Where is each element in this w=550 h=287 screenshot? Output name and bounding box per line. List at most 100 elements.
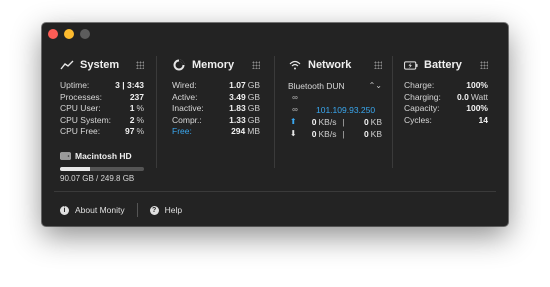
upload-total: 0 <box>363 117 369 127</box>
row-unit: GB <box>247 103 260 113</box>
drag-handle-icon[interactable] <box>374 61 382 69</box>
download-rate-unit: KB/s <box>318 129 337 139</box>
row-label: Charging: <box>404 91 441 102</box>
panel-divider <box>274 56 275 168</box>
row-label: Charge: <box>404 80 435 90</box>
drag-handle-icon[interactable] <box>136 61 144 69</box>
row-label: CPU User: <box>60 103 101 113</box>
separator: | <box>342 117 345 127</box>
row-label: Capacity: <box>404 103 440 113</box>
download-total: 0 <box>363 129 369 139</box>
row-unit: Watt <box>470 91 488 102</box>
disk-usage-text: 90.07 GB / 249.8 GB <box>60 174 135 183</box>
wired-row: Wired: 1.07 GB <box>172 80 260 92</box>
capacity-row: Capacity: 100% <box>404 103 488 115</box>
uptime-row: Uptime: 3 | 3:43 <box>60 80 144 92</box>
hard-drive-icon <box>60 152 71 160</box>
close-button[interactable] <box>48 29 58 39</box>
about-label: About Monity <box>75 205 125 215</box>
inactive-row: Inactive: 1.83 GB <box>172 103 260 115</box>
upload-rate: 0 <box>311 117 317 127</box>
row-unit: GB <box>247 91 260 102</box>
row-value: 1.33 <box>229 114 246 125</box>
row-value: 1 <box>129 103 135 113</box>
download-rate: 0 <box>311 129 317 139</box>
cpu-user-row: CPU User: 1% <box>60 103 144 115</box>
wifi-icon <box>288 58 302 72</box>
interface-select[interactable]: Bluetooth DUN ⌃⌄ <box>288 80 382 92</box>
row-value: 100% <box>466 80 488 90</box>
row-value: 0.0 <box>457 91 469 102</box>
row-unit: MB <box>247 126 260 136</box>
monity-window: System Uptime: 3 | 3:43 Processes: 237 CPU… <box>42 23 508 226</box>
memory-panel: Memory Wired: 1.07 GB Active: 3.49 GB Inacti… <box>172 56 260 168</box>
free-row: Free: 294 MB <box>172 126 260 138</box>
battery-panel: Battery Charge: 100% Charging: 0.0 Watt Cap… <box>404 56 488 168</box>
system-title: System <box>80 59 120 71</box>
charge-row: Charge: 100% <box>404 80 488 92</box>
compressed-row: Compr.: 1.33 GB <box>172 115 260 127</box>
network-panel: Network Bluetooth DUN ⌃⌄ ∞ ∞ 101.109.93.… <box>288 56 382 168</box>
row-value: 1.07 <box>229 80 246 90</box>
zoom-button[interactable] <box>80 29 90 39</box>
row-value: 294 <box>231 126 246 136</box>
battery-title: Battery <box>424 59 462 71</box>
row-unit: % <box>136 103 144 113</box>
activity-chart-icon <box>60 58 74 72</box>
row-label: Cycles: <box>404 114 432 125</box>
link-icon: ∞ <box>292 105 298 114</box>
info-icon: i <box>60 205 69 215</box>
battery-charging-icon <box>404 58 418 72</box>
arrow-down-icon: ⬇ <box>289 129 297 138</box>
link-icon: ∞ <box>292 93 298 102</box>
row-value: 237 <box>129 91 144 102</box>
disk-name: Macintosh HD <box>75 151 132 161</box>
row-label: Processes: <box>60 91 103 102</box>
row-label: Compr.: <box>172 114 202 125</box>
processes-row: Processes: 237 <box>60 92 144 104</box>
upload-rate-unit: KB/s <box>318 117 337 127</box>
disk-usage-fill <box>60 167 91 171</box>
ip-row: ∞ 101.109.93.250 <box>288 104 382 116</box>
panel-divider <box>392 56 393 168</box>
row-value: 1.83 <box>229 103 246 113</box>
minimize-button[interactable] <box>64 29 74 39</box>
row-label: CPU System: <box>60 114 112 125</box>
row-value: 3.49 <box>229 91 246 102</box>
footer-divider <box>54 191 496 192</box>
row-label: Wired: <box>172 80 197 90</box>
cycles-row: Cycles: 14 <box>404 115 488 127</box>
download-row: ⬇ 0 KB/s | 0 KB <box>288 128 382 140</box>
row-value: 97 <box>124 126 135 136</box>
row-label: CPU Free: <box>60 126 101 136</box>
about-button[interactable]: i About Monity <box>60 205 125 215</box>
download-total-unit: KB <box>370 129 383 139</box>
interface-name: Bluetooth DUN <box>288 81 345 91</box>
upload-row: ⬆ 0 KB/s | 0 KB <box>288 116 382 128</box>
drag-handle-icon[interactable] <box>252 61 260 69</box>
upload-total-unit: KB <box>370 117 383 127</box>
memory-title: Memory <box>192 59 235 71</box>
row-label: Uptime: <box>60 80 90 90</box>
ip-address[interactable]: 101.109.93.250 <box>316 104 375 116</box>
row-unit: % <box>136 126 144 136</box>
drag-handle-icon[interactable] <box>480 61 488 69</box>
row-label: Active: <box>172 91 198 102</box>
disk-usage-bar <box>60 167 144 171</box>
row-unit: % <box>136 114 144 125</box>
disk-widget: Macintosh HD 90.07 GB / 249.8 GB <box>60 151 150 183</box>
row-unit: GB <box>247 114 260 125</box>
row-label: Free: <box>172 126 192 136</box>
panel-divider <box>156 56 157 168</box>
help-icon: ? <box>149 205 159 215</box>
footer-separator <box>136 203 138 217</box>
help-button[interactable]: ? Help <box>149 205 183 215</box>
row-value: 100% <box>466 103 488 113</box>
row-unit: GB <box>247 80 260 90</box>
link-row: ∞ <box>288 92 382 104</box>
footer: i About Monity ? Help <box>60 203 182 217</box>
row-value: 14 <box>478 114 488 125</box>
cpu-free-row: CPU Free: 97% <box>60 126 144 138</box>
chevron-updown-icon: ⌃⌄ <box>368 81 382 90</box>
help-label: Help <box>164 205 183 215</box>
